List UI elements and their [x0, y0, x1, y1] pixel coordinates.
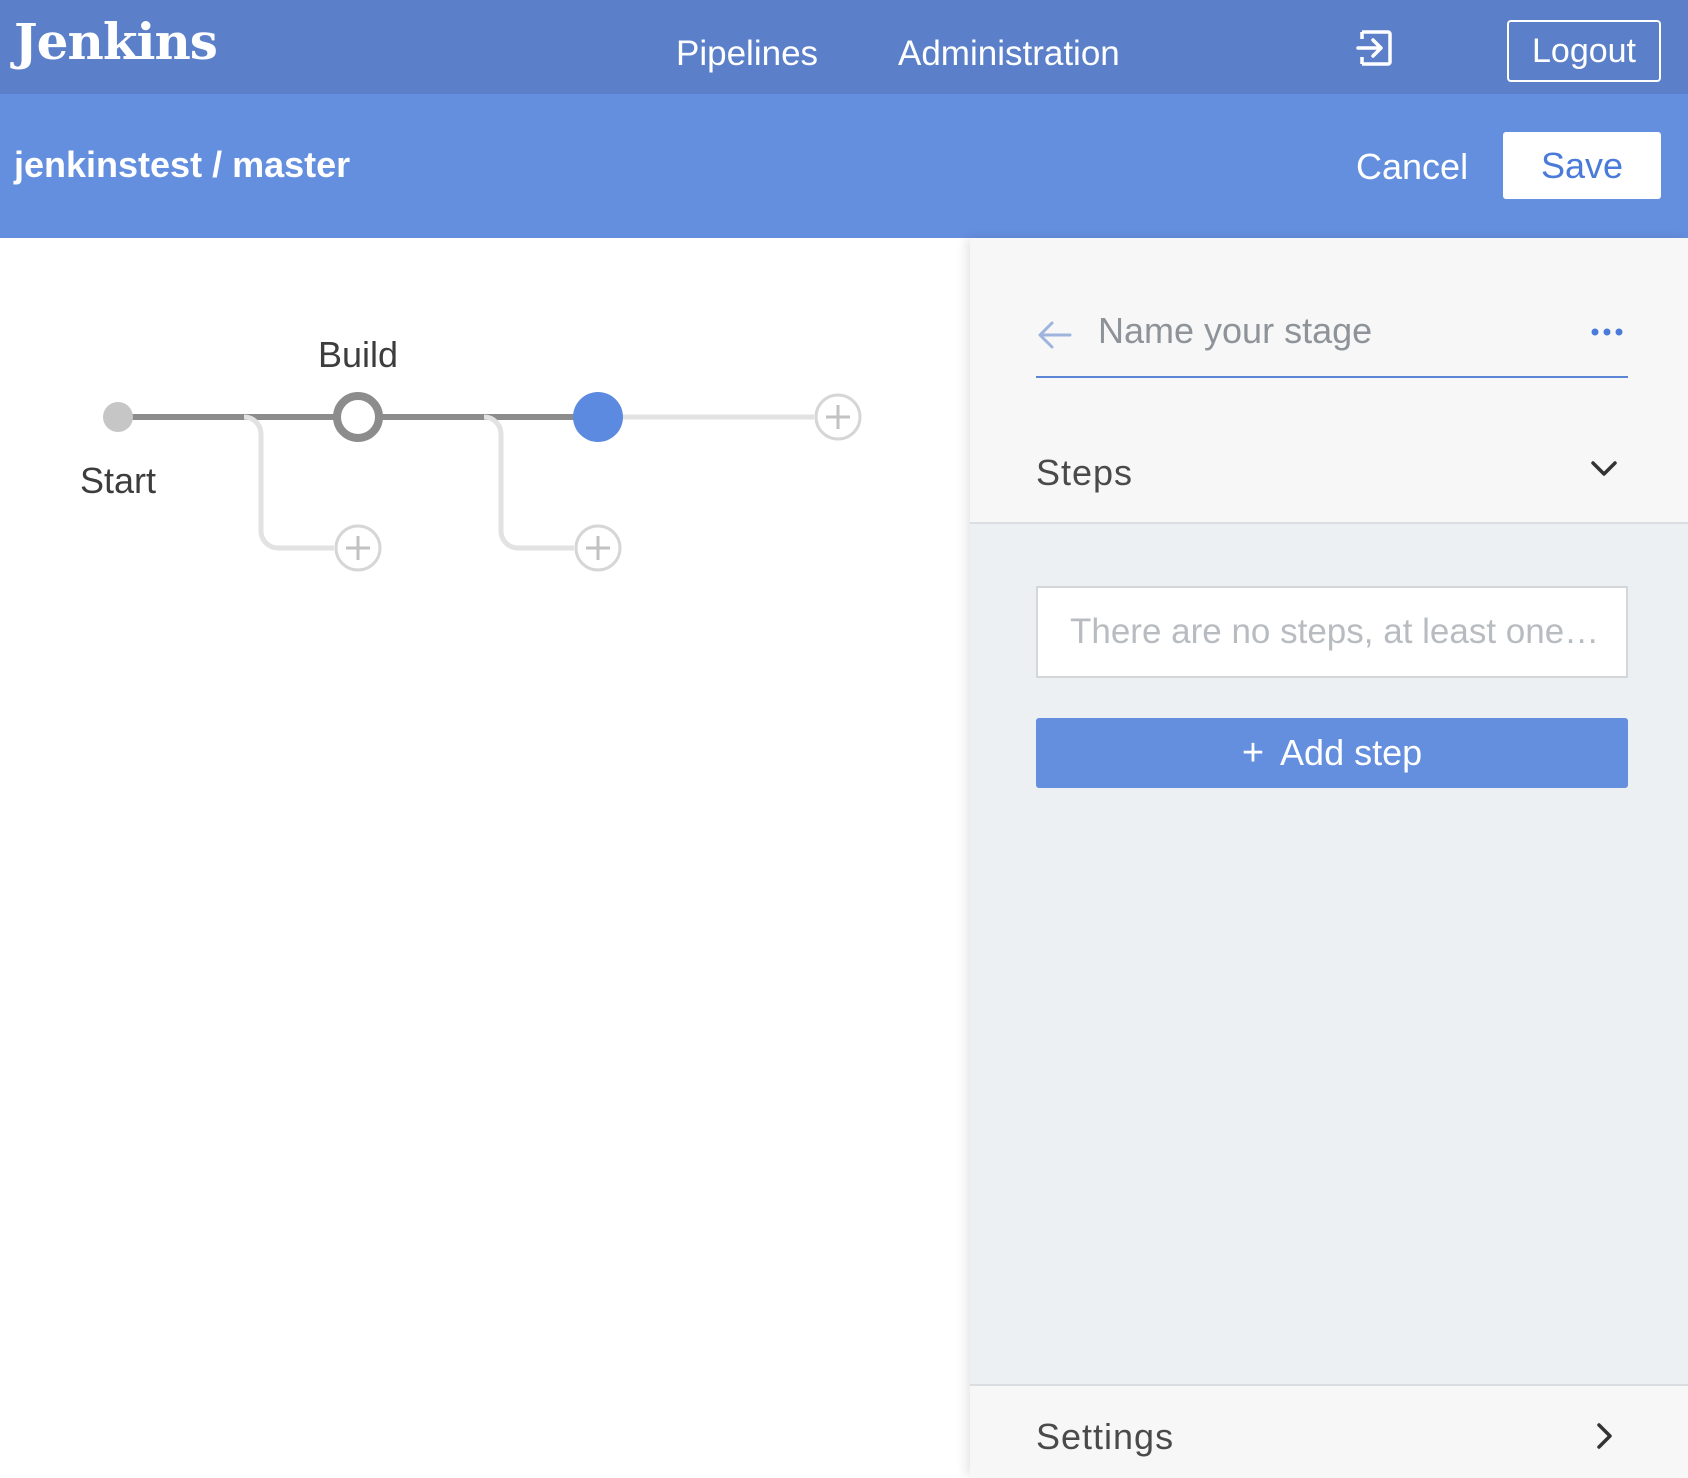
- back-arrow-icon[interactable]: [1036, 320, 1072, 355]
- chevron-right-icon: [1596, 1422, 1614, 1455]
- stage-node-build[interactable]: [333, 392, 383, 442]
- add-step-label: Add step: [1280, 732, 1423, 773]
- save-button[interactable]: Save: [1503, 132, 1661, 199]
- parallel-branch-connector: [243, 414, 334, 551]
- start-node: [103, 402, 133, 432]
- stage-name-input[interactable]: [1098, 306, 1558, 356]
- chevron-down-icon[interactable]: [1590, 460, 1618, 483]
- plus-icon: +: [1241, 732, 1265, 774]
- stage-label-build[interactable]: Build: [318, 334, 398, 376]
- more-options-icon[interactable]: [1590, 324, 1624, 342]
- add-parallel-stage-plus-icon[interactable]: [334, 524, 382, 572]
- add-parallel-stage-plus-icon[interactable]: [574, 524, 622, 572]
- breadcrumb: jenkinstest / master: [14, 144, 351, 185]
- stage-editor-panel: Steps There are no steps, at least one… …: [970, 238, 1688, 1478]
- stage-editor-header: Steps: [970, 238, 1688, 524]
- add-stage-plus-icon[interactable]: [814, 393, 862, 441]
- jenkins-logo[interactable]: Jenkins: [14, 12, 218, 71]
- sign-in-icon[interactable]: [1354, 28, 1394, 73]
- cancel-button[interactable]: Cancel: [1356, 146, 1468, 188]
- parallel-branch-connector: [483, 414, 574, 551]
- nav-administration-link[interactable]: Administration: [898, 34, 1120, 74]
- empty-steps-message: There are no steps, at least one…: [1036, 586, 1628, 678]
- steps-section-title[interactable]: Steps: [1036, 452, 1133, 494]
- add-step-button[interactable]: + Add step: [1036, 718, 1628, 788]
- top-navigation-bar: Jenkins Pipelines Administration Logout: [0, 0, 1688, 94]
- pipeline-graph-canvas: Build Start: [0, 238, 970, 1476]
- settings-section-title: Settings: [1036, 1416, 1175, 1457]
- stage-name-underline: [1036, 376, 1628, 378]
- nav-pipelines-link[interactable]: Pipelines: [676, 34, 818, 74]
- settings-section[interactable]: Settings: [970, 1384, 1688, 1478]
- editor-header-bar: jenkinstest / master Cancel Save: [0, 94, 1688, 238]
- logout-button[interactable]: Logout: [1507, 20, 1661, 82]
- stage-label-start: Start: [80, 460, 157, 501]
- stage-node-selected[interactable]: [573, 392, 623, 442]
